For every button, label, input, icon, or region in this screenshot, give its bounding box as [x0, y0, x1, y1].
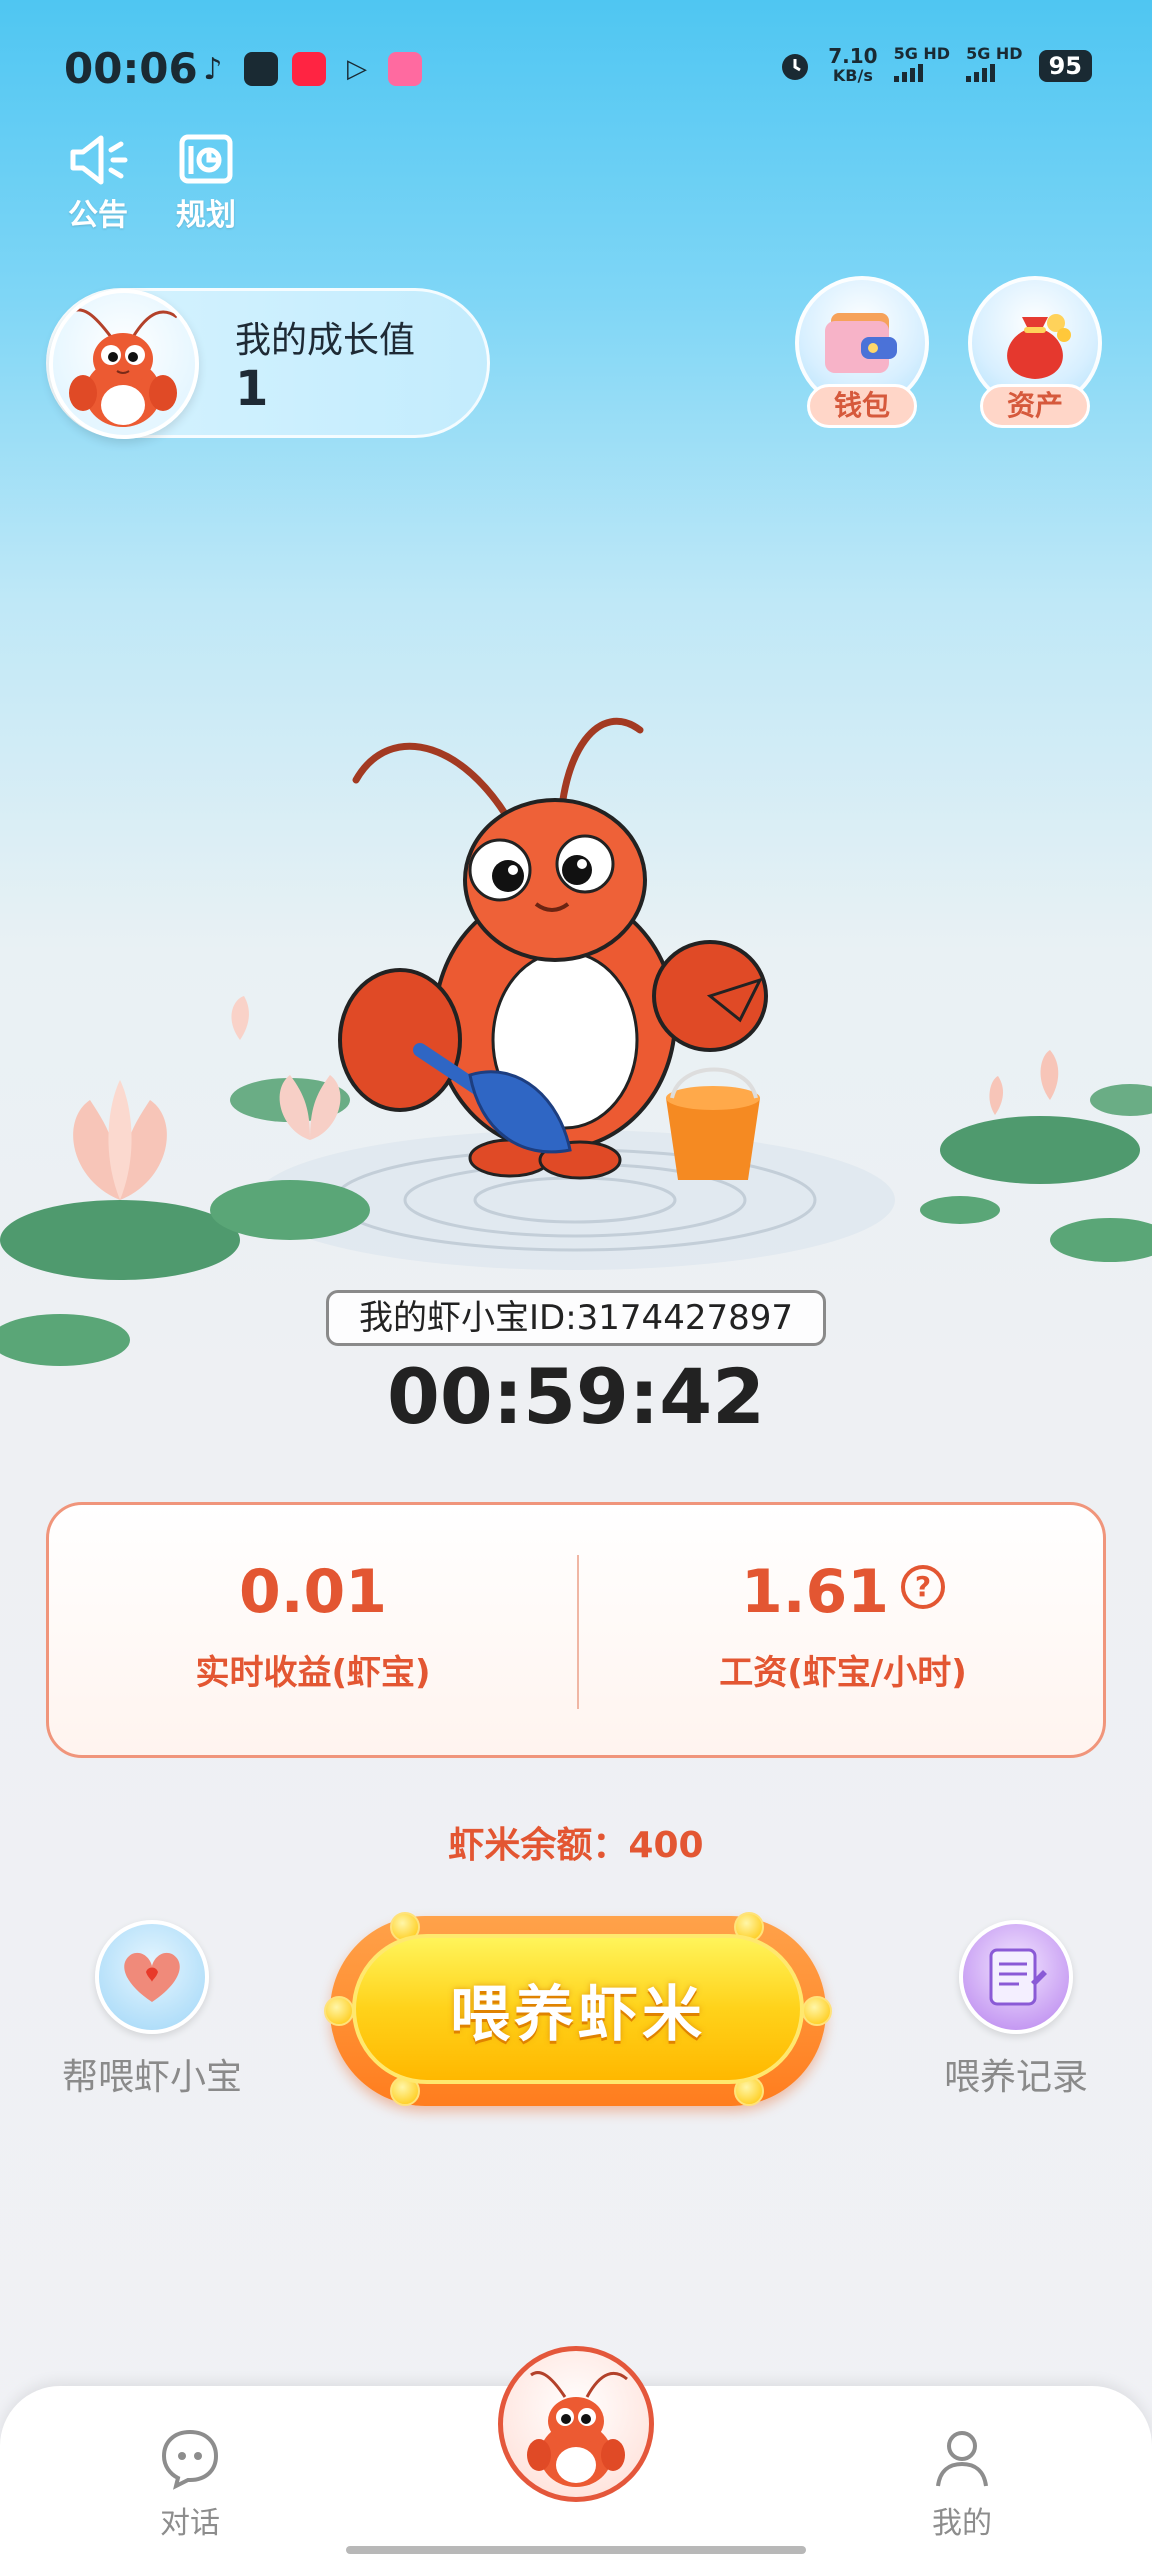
record-document-icon: [989, 1948, 1047, 2006]
status-bar: 00:06 ♪ ▷ 7.10 KB/s 5G HD 5G HD 95: [0, 0, 1152, 140]
wage-value: 1.61: [740, 1557, 890, 1627]
nav-home-shrimp[interactable]: [498, 2346, 654, 2502]
feed-record-button[interactable]: 喂养记录: [916, 1920, 1116, 2100]
user-profile-icon: [936, 2431, 988, 2487]
realtime-earnings-value: 0.01: [238, 1557, 388, 1627]
shrimp-id-label: 我的虾小宝ID:3174427897: [326, 1290, 826, 1346]
growth-card[interactable]: 我的成长值 1: [46, 288, 490, 439]
money-bag-icon: [1007, 314, 1071, 379]
signal-1: 5G HD: [893, 46, 950, 86]
play-icon: ▷: [347, 54, 367, 84]
nav-mine-label: 我的: [932, 2506, 992, 2541]
earnings-card: 0.01 实时收益(虾宝) 1.61? 工资(虾宝/小时): [46, 1502, 1106, 1758]
assets-label: 资产: [980, 384, 1090, 428]
plan-icon: [179, 134, 233, 184]
assets-button[interactable]: 资产: [966, 276, 1104, 436]
heart-hands-icon: [124, 1952, 180, 2002]
tiktok-icon: ♪: [203, 51, 223, 87]
app-icon-blue: [244, 52, 278, 86]
decor-bulb: [802, 1996, 832, 2026]
chat-bubble-icon: [161, 2429, 219, 2490]
app-icon-pink: [388, 52, 422, 86]
home-indicator[interactable]: [346, 2546, 806, 2554]
feed-shrimp-rice-button[interactable]: 喂养虾米: [324, 1912, 832, 2106]
shrimp-rice-balance: 虾米余额：400: [448, 1825, 704, 1866]
wallet-icon: [825, 313, 897, 373]
plan-button[interactable]: 规划: [166, 132, 246, 234]
megaphone-icon: [70, 135, 128, 185]
countdown-timer: 00:59:42: [386, 1352, 766, 1441]
feed-button-label: 喂养虾米: [450, 1979, 706, 2050]
decor-bulb: [324, 1996, 354, 2026]
help-feed-button[interactable]: 帮喂虾小宝: [52, 1920, 252, 2100]
xiaohongshu-icon: [292, 52, 326, 86]
wage: 1.61? 工资(虾宝/小时): [579, 1557, 1107, 1694]
help-icon[interactable]: ?: [901, 1565, 946, 1610]
shrimp-avatar: [49, 289, 199, 439]
nav-mine[interactable]: 我的: [882, 2426, 1042, 2542]
wallet-button[interactable]: 钱包: [793, 276, 931, 436]
status-app-icons: ♪ ▷: [196, 51, 422, 87]
net-speed: 7.10 KB/s: [828, 44, 878, 85]
battery-indicator: 95: [1038, 50, 1092, 82]
shrimp-icon: [527, 2371, 628, 2487]
realtime-earnings-label: 实时收益(虾宝): [195, 1653, 431, 1693]
growth-value: 1: [235, 361, 269, 417]
growth-title: 我的成长值: [235, 320, 416, 361]
feed-record-label: 喂养记录: [943, 2057, 1088, 2098]
status-time: 00:06: [64, 44, 198, 93]
wage-label: 工资(虾宝/小时): [719, 1653, 967, 1693]
help-feed-label: 帮喂虾小宝: [61, 2057, 242, 2098]
nav-chat[interactable]: 对话: [110, 2426, 270, 2542]
status-right: 7.10 KB/s 5G HD 5G HD 95: [778, 46, 1092, 86]
alarm-icon: [782, 54, 809, 80]
bucket: [666, 1067, 760, 1180]
announcement-button[interactable]: 公告: [58, 132, 138, 234]
announcement-label: 公告: [68, 198, 128, 233]
realtime-earnings: 0.01 实时收益(虾宝): [49, 1557, 577, 1694]
wallet-label: 钱包: [807, 384, 917, 428]
signal-2: 5G HD: [966, 46, 1023, 86]
plan-label: 规划: [176, 198, 236, 233]
nav-chat-label: 对话: [160, 2506, 220, 2541]
